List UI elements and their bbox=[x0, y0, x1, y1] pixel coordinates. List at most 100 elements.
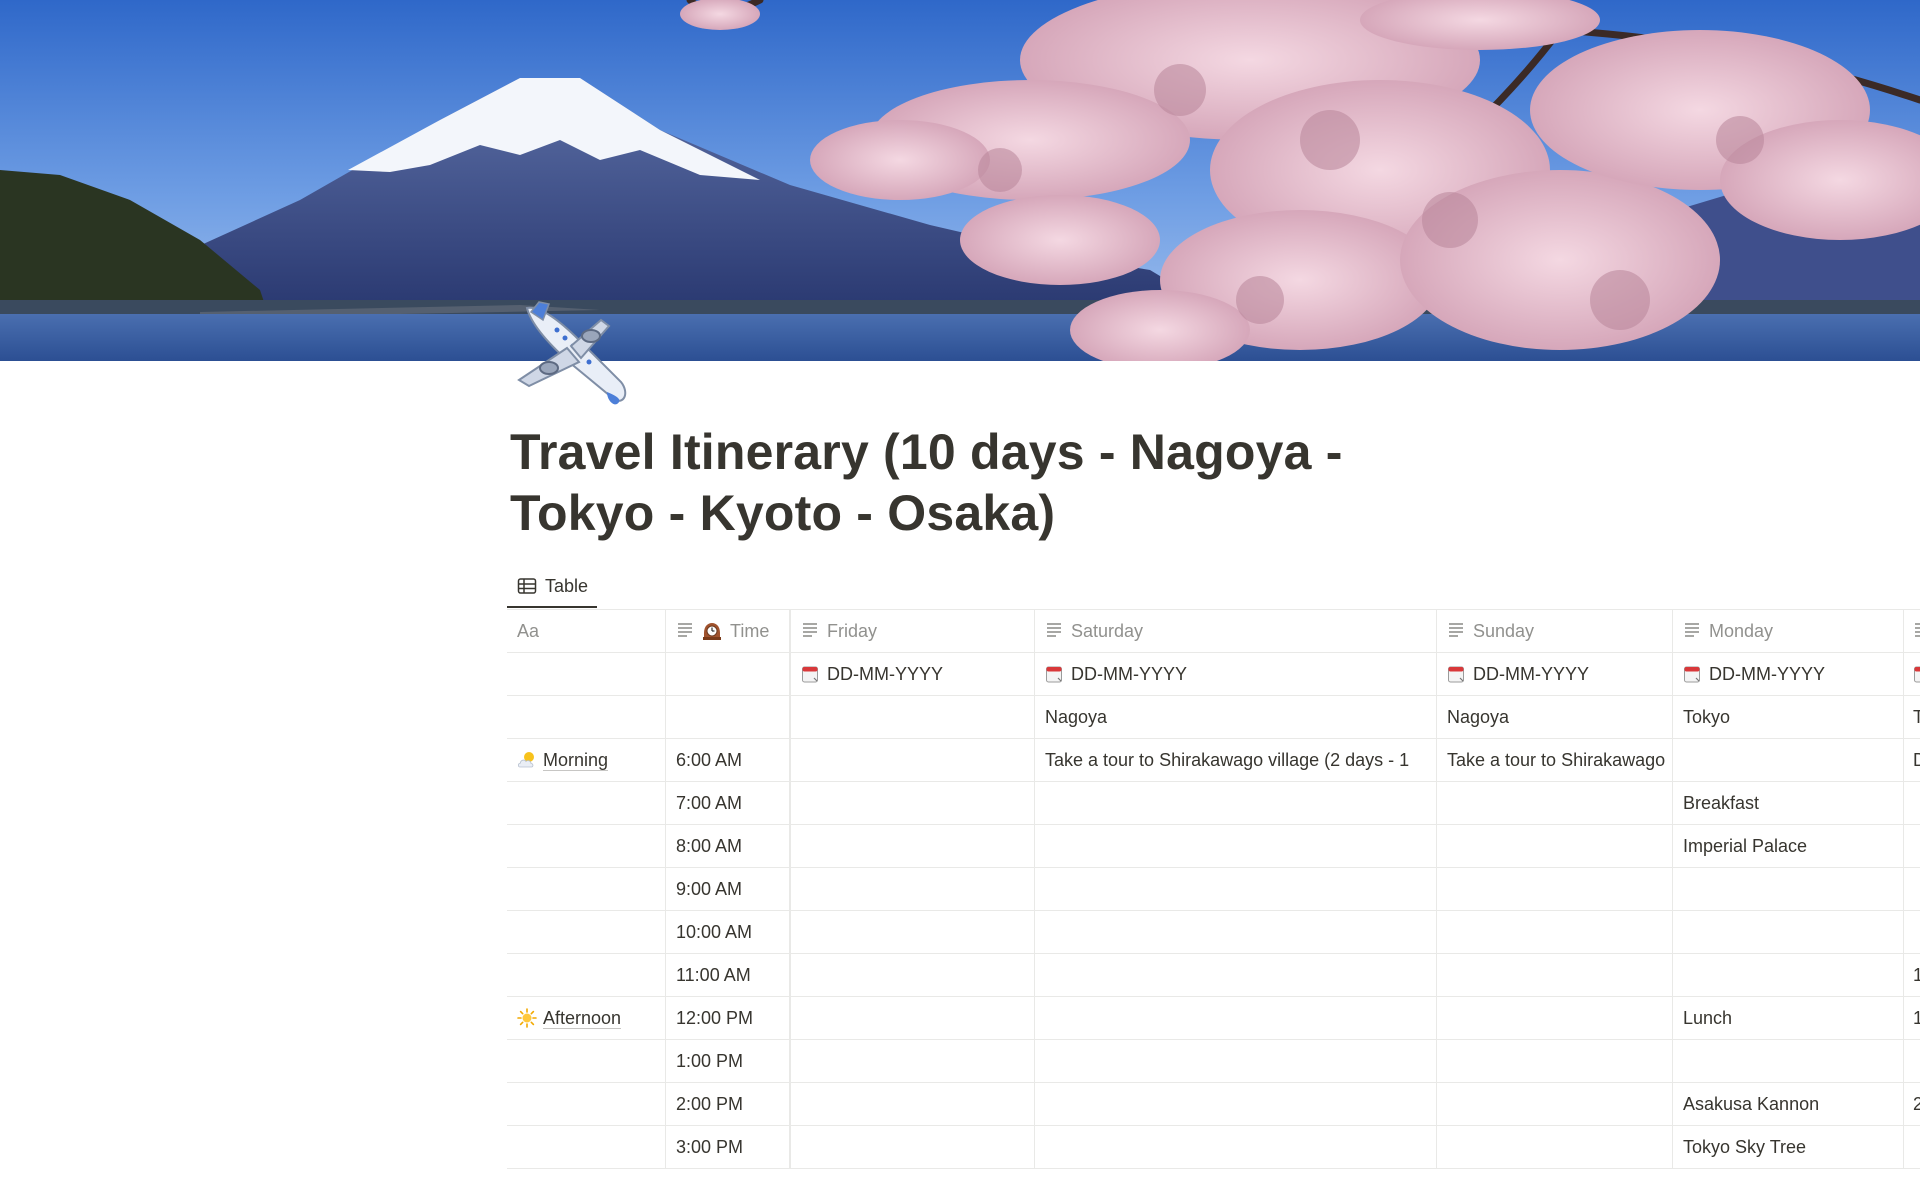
table-cell[interactable]: 1 bbox=[1904, 954, 1920, 996]
table-cell-time[interactable]: 9:00 AM bbox=[666, 868, 790, 910]
column-header-saturday[interactable]: Saturday bbox=[1035, 610, 1437, 652]
table-cell-name[interactable] bbox=[507, 825, 666, 867]
table-cell-time[interactable]: 7:00 AM bbox=[666, 782, 790, 824]
table-cell[interactable] bbox=[1673, 868, 1904, 910]
table-cell[interactable]: Asakusa Kannon bbox=[1673, 1083, 1904, 1125]
table-cell[interactable] bbox=[1904, 1040, 1920, 1082]
column-header-sunday[interactable]: Sunday bbox=[1437, 610, 1673, 652]
table-cell[interactable]: Breakfast bbox=[1673, 782, 1904, 824]
table-cell-time[interactable]: 1:00 PM bbox=[666, 1040, 790, 1082]
table-cell-time[interactable]: 2:00 PM bbox=[666, 1083, 790, 1125]
table-cell[interactable] bbox=[1035, 1040, 1437, 1082]
column-header-monday-label: Monday bbox=[1709, 620, 1774, 641]
table-cell[interactable] bbox=[1035, 868, 1437, 910]
page-title[interactable]: Travel Itinerary (10 days - Nagoya - Tok… bbox=[510, 422, 1450, 544]
table-cell[interactable] bbox=[790, 1126, 1035, 1168]
table-cell[interactable] bbox=[790, 739, 1035, 781]
table-cell[interactable]: 1 bbox=[1904, 997, 1920, 1039]
table-cell-name[interactable] bbox=[507, 911, 666, 953]
table-cell[interactable]: D bbox=[1904, 739, 1920, 781]
table-cell[interactable] bbox=[1437, 1083, 1673, 1125]
table-cell[interactable] bbox=[790, 954, 1035, 996]
table-cell-date[interactable]: DD-MM-YYYY bbox=[1673, 653, 1904, 695]
calendar-icon bbox=[1913, 665, 1920, 683]
airplane-icon[interactable] bbox=[509, 300, 633, 415]
table-cell-time[interactable]: 3:00 PM bbox=[666, 1126, 790, 1168]
table-cell[interactable] bbox=[1035, 954, 1437, 996]
table-cell[interactable] bbox=[790, 868, 1035, 910]
table-cell[interactable] bbox=[790, 1083, 1035, 1125]
table-cell-date[interactable]: DD-MM-YYYY bbox=[1437, 653, 1673, 695]
table-cell-city[interactable]: Tokyo bbox=[1673, 696, 1904, 738]
table-cell-time[interactable]: 11:00 AM bbox=[666, 954, 790, 996]
table-cell-city[interactable]: Nagoya bbox=[1035, 696, 1437, 738]
table-cell[interactable] bbox=[1904, 653, 1920, 695]
table-cell[interactable] bbox=[1035, 782, 1437, 824]
table-cell[interactable] bbox=[1437, 825, 1673, 867]
table-row-dates: DD-MM-YYYY DD-MM-YYYY DD-MM-YYYY DD-MM-Y… bbox=[507, 653, 1920, 696]
table-cell-name[interactable] bbox=[507, 954, 666, 996]
table-cell[interactable] bbox=[790, 911, 1035, 953]
table-cell[interactable] bbox=[666, 653, 790, 695]
column-header-monday[interactable]: Monday bbox=[1673, 610, 1904, 652]
table-cell[interactable] bbox=[1673, 954, 1904, 996]
table-cell[interactable] bbox=[1904, 1126, 1920, 1168]
table-cell[interactable]: Lunch bbox=[1673, 997, 1904, 1039]
column-header-next[interactable] bbox=[1904, 610, 1920, 652]
table-cell[interactable] bbox=[1437, 997, 1673, 1039]
table-cell[interactable]: Tokyo Sky Tree bbox=[1673, 1126, 1904, 1168]
table-cell-city[interactable]: Nagoya bbox=[1437, 696, 1673, 738]
table-cell[interactable] bbox=[1437, 911, 1673, 953]
date-value: DD-MM-YYYY bbox=[1071, 663, 1187, 684]
table-cell[interactable] bbox=[1437, 782, 1673, 824]
table-cell[interactable] bbox=[1673, 911, 1904, 953]
table-cell[interactable] bbox=[507, 653, 666, 695]
table-cell-time[interactable]: 10:00 AM bbox=[666, 911, 790, 953]
table-cell[interactable] bbox=[1437, 868, 1673, 910]
table-cell[interactable]: Take a tour to Shirakawago bbox=[1437, 739, 1673, 781]
table-cell[interactable] bbox=[1904, 825, 1920, 867]
table-cell[interactable]: Take a tour to Shirakawago village (2 da… bbox=[1035, 739, 1437, 781]
table-cell-time[interactable]: 8:00 AM bbox=[666, 825, 790, 867]
table-cell-date[interactable]: DD-MM-YYYY bbox=[1035, 653, 1437, 695]
table-cell[interactable] bbox=[1437, 1040, 1673, 1082]
table-cell[interactable] bbox=[1904, 911, 1920, 953]
table-cell[interactable]: Imperial Palace bbox=[1673, 825, 1904, 867]
table-cell-time[interactable]: 6:00 AM bbox=[666, 739, 790, 781]
table-cell-name[interactable] bbox=[507, 868, 666, 910]
table-cell[interactable] bbox=[1035, 1083, 1437, 1125]
column-header-name[interactable]: Aa bbox=[507, 610, 666, 652]
tab-table[interactable]: Table bbox=[507, 566, 598, 608]
table-cell[interactable] bbox=[1035, 997, 1437, 1039]
table-cell-time[interactable]: 12:00 PM bbox=[666, 997, 790, 1039]
table-cell[interactable] bbox=[1035, 825, 1437, 867]
table-cell[interactable] bbox=[1035, 1126, 1437, 1168]
table-cell[interactable] bbox=[1035, 911, 1437, 953]
table-cell-name[interactable]: Morning bbox=[507, 739, 666, 781]
table-cell[interactable] bbox=[1673, 739, 1904, 781]
table-cell-name[interactable] bbox=[507, 782, 666, 824]
table-header-row: Aa Time Friday Saturday Sunday Monday bbox=[507, 610, 1920, 653]
table-cell[interactable] bbox=[790, 1040, 1035, 1082]
table-cell-city[interactable]: T bbox=[1904, 696, 1920, 738]
table-row: 8:00 AM Imperial Palace bbox=[507, 825, 1920, 868]
table-cell[interactable] bbox=[1437, 1126, 1673, 1168]
column-header-friday[interactable]: Friday bbox=[790, 610, 1035, 652]
table-cell-city[interactable] bbox=[790, 696, 1035, 738]
table-cell-name[interactable] bbox=[507, 1126, 666, 1168]
table-cell[interactable]: 2 bbox=[1904, 1083, 1920, 1125]
table-cell-name[interactable] bbox=[507, 1040, 666, 1082]
table-cell[interactable] bbox=[790, 997, 1035, 1039]
table-cell[interactable] bbox=[1904, 868, 1920, 910]
table-cell[interactable] bbox=[1437, 954, 1673, 996]
table-cell[interactable] bbox=[790, 782, 1035, 824]
table-cell[interactable] bbox=[666, 696, 790, 738]
table-cell-date[interactable]: DD-MM-YYYY bbox=[790, 653, 1035, 695]
table-cell[interactable] bbox=[507, 696, 666, 738]
table-cell[interactable] bbox=[790, 825, 1035, 867]
table-cell-name[interactable]: Afternoon bbox=[507, 997, 666, 1039]
table-cell[interactable] bbox=[1904, 782, 1920, 824]
column-header-time[interactable]: Time bbox=[666, 610, 790, 652]
table-cell[interactable] bbox=[1673, 1040, 1904, 1082]
table-cell-name[interactable] bbox=[507, 1083, 666, 1125]
